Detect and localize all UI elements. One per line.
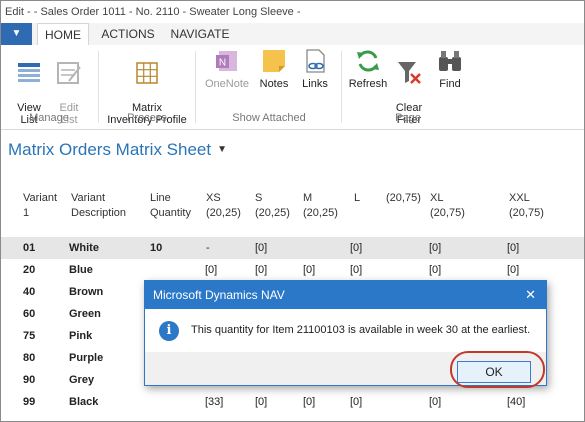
ribbon: View List Edit List Manage Matrix Invent… — [1, 45, 584, 130]
column-header-xxl[interactable]: XXL (20,75) — [509, 191, 544, 221]
matrix-grid-icon — [136, 62, 158, 84]
page-title[interactable]: Matrix Orders Matrix Sheet ▼ — [8, 140, 227, 160]
notes-label: Notes — [259, 78, 289, 90]
column-header-line-quantity[interactable]: Line Quantity — [150, 191, 191, 221]
links-label: Links — [302, 78, 328, 90]
group-divider — [98, 51, 99, 123]
column-header-m[interactable]: M (20,25) — [303, 191, 338, 221]
group-divider — [341, 51, 342, 123]
app-menu-button[interactable]: ▼ — [1, 23, 32, 45]
clear-filter-icon — [398, 62, 421, 84]
close-icon[interactable]: ✕ — [525, 281, 536, 309]
svg-text:N: N — [219, 58, 226, 69]
onenote-button[interactable]: N OneNote — [202, 47, 252, 90]
view-list-icon — [18, 63, 40, 82]
page-title-text: Matrix Orders Matrix Sheet — [8, 140, 212, 159]
group-manage-label: Manage — [29, 112, 69, 124]
column-header-xs[interactable]: XS (20,25) — [206, 191, 241, 221]
column-header-20-75[interactable]: (20,75) — [386, 191, 421, 206]
dialog-title: Microsoft Dynamics NAV — [153, 288, 285, 302]
group-page-label: Page — [395, 112, 421, 124]
refresh-button[interactable]: Refresh — [346, 47, 390, 90]
find-button[interactable]: Find — [433, 47, 467, 90]
onenote-label: OneNote — [204, 78, 250, 90]
group-show-attached-label: Show Attached — [232, 112, 306, 124]
group-divider — [195, 51, 196, 123]
tab-navigate[interactable]: NAVIGATE — [166, 23, 234, 45]
column-header-s[interactable]: S (20,25) — [255, 191, 290, 221]
edit-list-icon — [57, 62, 81, 84]
column-header-xl[interactable]: XL (20,75) — [430, 191, 465, 221]
table-row[interactable]: 20 Blue [0] [0] [0] [0] [0] [0] — [1, 259, 584, 281]
refresh-label: Refresh — [348, 78, 388, 90]
column-header-l[interactable]: L — [354, 191, 360, 206]
links-button[interactable]: Links — [297, 47, 333, 90]
refresh-icon — [357, 50, 379, 72]
chevron-down-icon: ▼ — [217, 144, 228, 155]
app-window: Edit - - Sales Order 1011 - No. 2110 - S… — [0, 0, 585, 422]
tab-actions[interactable]: ACTIONS — [97, 23, 159, 45]
dialog-message: This quantity for Item 21100103 is avail… — [191, 324, 531, 336]
tab-home[interactable]: HOME — [37, 23, 89, 47]
info-icon: i — [159, 321, 179, 341]
binoculars-icon — [439, 51, 461, 71]
notes-button[interactable]: Notes — [256, 47, 292, 90]
column-header-variant[interactable]: Variant 1 — [23, 191, 57, 221]
message-dialog: Microsoft Dynamics NAV ✕ i This quantity… — [144, 280, 547, 388]
links-icon — [306, 49, 325, 73]
dialog-title-bar: Microsoft Dynamics NAV ✕ — [145, 281, 546, 309]
onenote-icon: N — [216, 51, 237, 71]
window-title: Edit - - Sales Order 1011 - No. 2110 - S… — [1, 1, 584, 23]
table-row[interactable]: 01 White 10 - [0] [0] [0] [0] — [1, 237, 584, 259]
group-process-label: Process — [127, 112, 167, 124]
ok-button-highlight — [450, 351, 545, 388]
column-header-variant-description[interactable]: Variant Description — [71, 191, 126, 221]
find-label: Find — [439, 78, 461, 90]
notes-icon — [263, 50, 285, 72]
table-row[interactable]: 99 Black [33] [0] [0] [0] [0] [40] — [1, 391, 584, 413]
ribbon-tab-bar: ▼ HOME ACTIONS NAVIGATE — [1, 23, 584, 47]
